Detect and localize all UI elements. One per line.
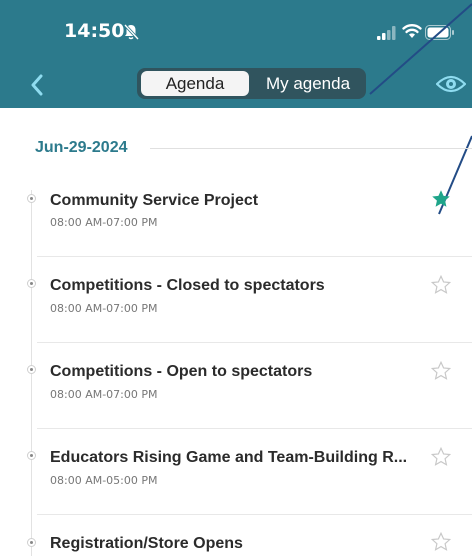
timeline-dot	[27, 365, 36, 374]
agenda-item[interactable]: Competitions - Open to spectators 08:00 …	[0, 344, 472, 430]
event-title: Competitions - Open to spectators	[50, 363, 313, 380]
star-outline-icon[interactable]	[430, 274, 452, 300]
status-bar: 14:50	[0, 0, 472, 60]
divider	[37, 256, 472, 257]
battery-icon	[425, 25, 455, 45]
tab-agenda[interactable]: Agenda	[141, 71, 249, 96]
event-title: Competitions - Closed to spectators	[50, 277, 325, 294]
eye-icon[interactable]	[435, 73, 467, 100]
event-title: Community Service Project	[50, 192, 259, 209]
date-header: Jun-29-2024	[35, 139, 128, 156]
timeline-dot	[27, 451, 36, 460]
agenda-segmented-control: Agenda My agenda	[137, 68, 366, 99]
tab-my-agenda[interactable]: My agenda	[253, 71, 363, 96]
divider	[37, 514, 472, 515]
agenda-item[interactable]: Competitions - Closed to spectators 08:0…	[0, 258, 472, 344]
star-outline-icon[interactable]	[430, 446, 452, 472]
event-title: Registration/Store Opens	[50, 535, 243, 552]
timeline-dot	[27, 279, 36, 288]
star-filled-icon[interactable]	[431, 189, 451, 214]
divider	[37, 342, 472, 343]
event-time: 08:00 AM-07:00 PM	[50, 388, 158, 401]
event-title: Educators Rising Game and Team-Building …	[50, 449, 408, 466]
date-divider	[150, 148, 472, 149]
event-time: 08:00 AM-05:00 PM	[50, 474, 158, 487]
divider	[37, 428, 472, 429]
bell-muted-icon	[122, 23, 140, 46]
event-time: 08:00 AM-07:00 PM	[50, 216, 158, 229]
star-outline-icon[interactable]	[430, 360, 452, 386]
event-time: 08:00 AM-07:00 PM	[50, 302, 158, 315]
agenda-item[interactable]: Educators Rising Game and Team-Building …	[0, 430, 472, 516]
app-header: 14:50 Agenda My agenda	[0, 0, 472, 108]
status-time: 14:50	[64, 20, 125, 42]
agenda-item[interactable]: Registration/Store Opens	[0, 516, 472, 556]
timeline-dot	[27, 194, 36, 203]
star-outline-icon[interactable]	[430, 531, 452, 557]
signal-icon	[377, 26, 397, 45]
back-chevron-icon[interactable]	[30, 74, 44, 101]
agenda-item[interactable]: Community Service Project 08:00 AM-07:00…	[0, 172, 472, 258]
wifi-icon	[402, 23, 422, 44]
timeline-dot	[27, 538, 36, 547]
